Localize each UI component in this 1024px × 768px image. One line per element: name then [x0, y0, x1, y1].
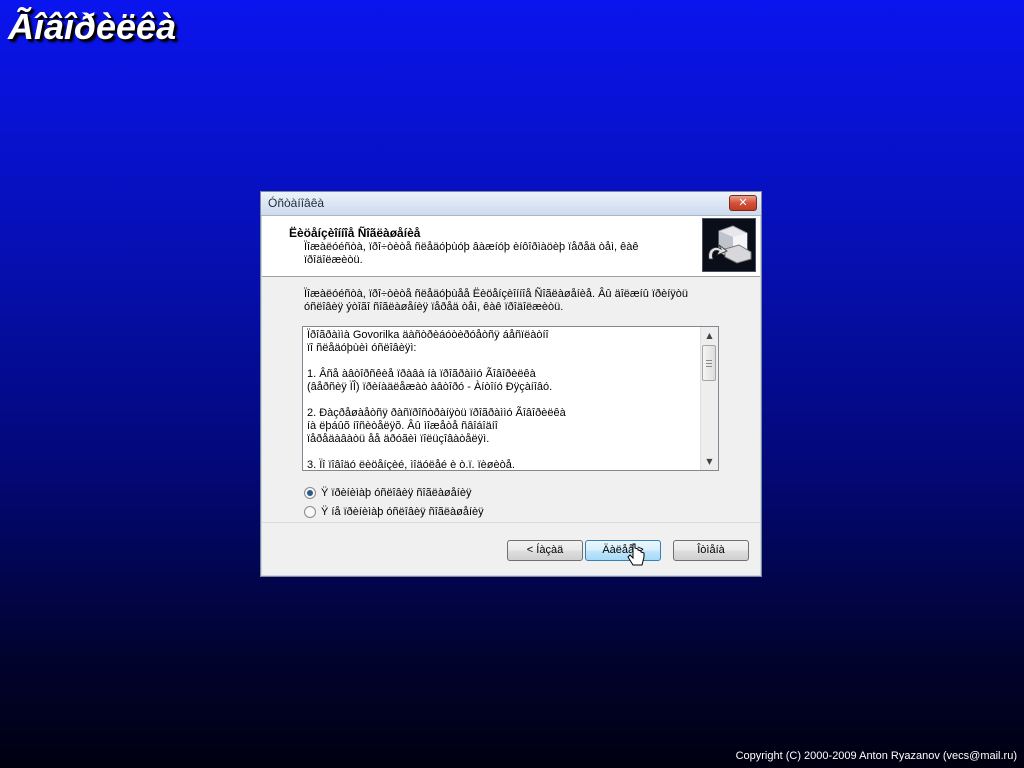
title-bar[interactable]: Óñòàíîâêà ✕: [261, 192, 761, 216]
license-text: Ïðîãðàììà Govorilka äàñòðèáóòèðóåòñÿ áåñ…: [307, 329, 566, 471]
scroll-thumb[interactable]: [702, 345, 716, 381]
setup-dialog: Óñòàíîâêà ✕ Ëèöåíçèîííîå Ñîãëàøåíèå Ïîæà…: [260, 191, 762, 577]
license-textbox[interactable]: Ïðîãðàììà Govorilka äàñòðèáóòèðóåòñÿ áåñ…: [302, 326, 719, 471]
close-icon: ✕: [738, 196, 748, 209]
decline-radio[interactable]: [304, 506, 316, 518]
button-bar: < Íàçàä Äàëåå > Îòìåíà: [262, 522, 760, 575]
scroll-down-icon[interactable]: ▼: [701, 453, 718, 470]
back-button[interactable]: < Íàçàä: [507, 540, 583, 561]
scroll-up-icon[interactable]: ▲: [701, 327, 718, 344]
app-title: Ãîâîðèëêà: [8, 6, 177, 47]
wizard-header: Ëèöåíçèîííîå Ñîãëàøåíèå Ïîæàëóéñòà, ïðî÷…: [262, 216, 760, 277]
page-subtitle: Ïîæàëóéñòà, ïðî÷òèòå ñëåäóþùóþ âàæíóþ èí…: [304, 241, 639, 266]
accept-radio[interactable]: [304, 487, 316, 499]
decline-radio-label[interactable]: Ÿ íå ïðèíèìàþ óñëîâèÿ ñîãëàøåíèÿ: [321, 506, 484, 518]
cancel-button[interactable]: Îòìåíà: [673, 540, 749, 561]
intro-text: Ïîæàëóéñòà, ïðî÷òèòå ñëåäóþùåå Ëèöåíçèîí…: [304, 288, 688, 313]
accept-radio-label[interactable]: Ÿ ïðèíèìàþ óñëîâèÿ ñîãëàøåíèÿ: [321, 487, 471, 499]
page-title: Ëèöåíçèîííîå Ñîãëàøåíèå: [289, 226, 421, 240]
mouse-cursor-icon: [627, 543, 645, 566]
license-scrollbar[interactable]: ▲ ▼: [700, 327, 718, 470]
close-button[interactable]: ✕: [729, 195, 757, 211]
window-title: Óñòàíîâêà: [268, 196, 325, 210]
decline-radio-option[interactable]: Ÿ íå ïðèíèìàþ óñëîâèÿ ñîãëàøåíèÿ: [304, 504, 484, 520]
copyright-text: Copyright (C) 2000-2009 Anton Ryazanov (…: [735, 750, 1017, 762]
next-button[interactable]: Äàëåå >: [585, 540, 661, 561]
accept-radio-option[interactable]: Ÿ ïðèíèìàþ óñëîâèÿ ñîãëàøåíèÿ: [304, 485, 471, 501]
setup-computer-icon: [702, 218, 756, 272]
